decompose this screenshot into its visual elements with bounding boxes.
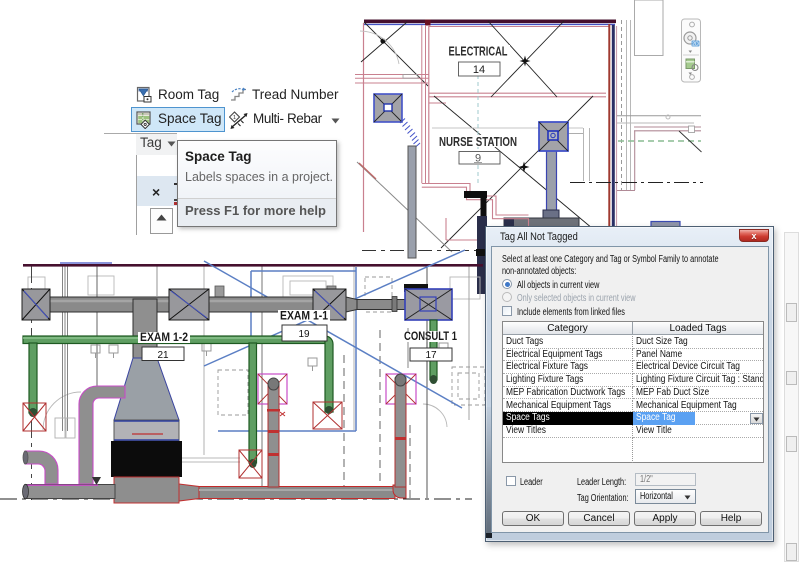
svg-text:21: 21 <box>157 350 169 361</box>
svg-text:17: 17 <box>425 350 437 361</box>
svg-text:14: 14 <box>473 64 485 76</box>
svg-text:2D: 2D <box>692 42 699 48</box>
svg-text:EXAM 1-2: EXAM 1-2 <box>140 330 188 344</box>
svg-text:1: 1 <box>233 115 236 121</box>
svg-text:CONSULT 1: CONSULT 1 <box>404 329 457 343</box>
svg-text:EXAM 1-1: EXAM 1-1 <box>280 309 328 323</box>
svg-text:ELECTRICAL: ELECTRICAL <box>449 44 508 59</box>
svg-text:19: 19 <box>298 329 310 340</box>
svg-text:NURSE STATION: NURSE STATION <box>439 134 517 149</box>
